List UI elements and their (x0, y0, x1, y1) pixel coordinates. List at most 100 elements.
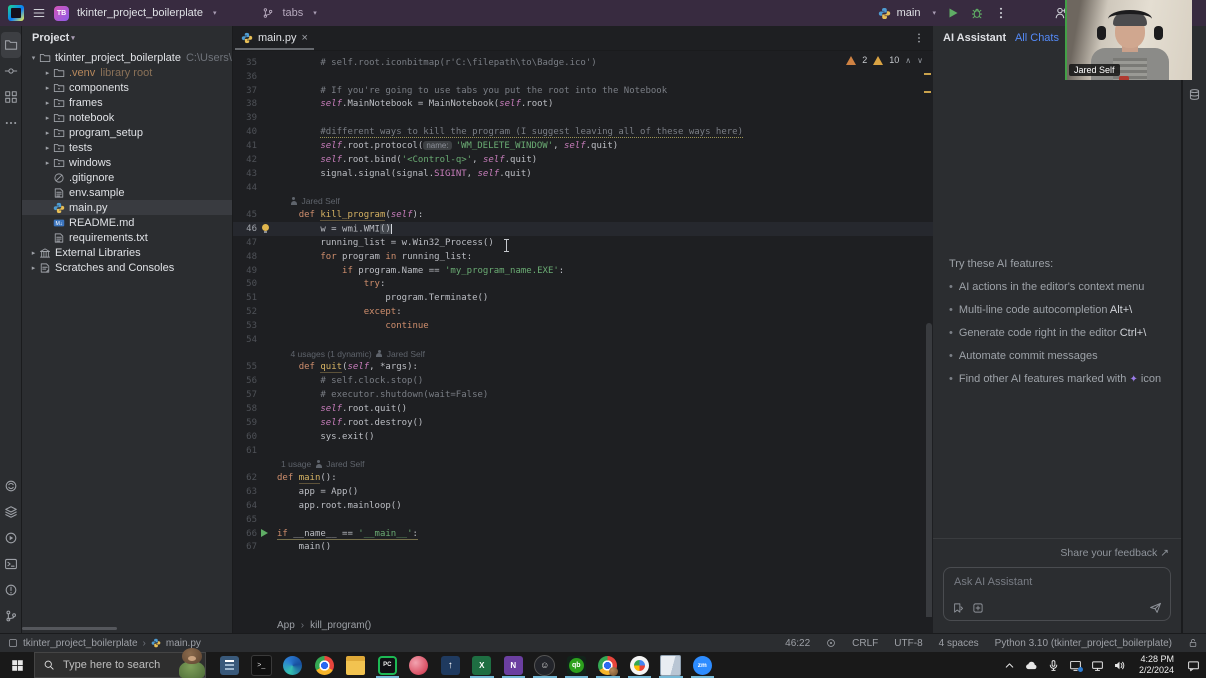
taskbar-app-excel[interactable]: X (466, 652, 498, 678)
code-line[interactable]: 66 if __name__ == '__main__': (233, 527, 933, 541)
author-annotation[interactable]: 4 usages (1 dynamic) Jared Self (233, 347, 933, 361)
tree-chevron-icon[interactable]: ▸ (42, 99, 53, 107)
taskbar-search[interactable]: Type here to search (34, 648, 206, 678)
main-menu-icon[interactable] (32, 6, 46, 20)
python-packages-toolwindow-button[interactable] (1, 473, 21, 499)
code-line[interactable]: 35 # self.root.iconbitmap(r'C:\filepath\… (233, 56, 933, 70)
microphone-icon[interactable] (1047, 659, 1060, 672)
tree-item-windows[interactable]: ▸ windows (22, 155, 232, 170)
breadcrumb-class[interactable]: App (277, 620, 295, 631)
taskbar-app-pycharm[interactable] (372, 652, 404, 678)
code-line[interactable]: 67 main() (233, 541, 933, 555)
taskbar-app-onenote[interactable]: N (498, 652, 530, 678)
shield-icon[interactable] (826, 638, 836, 648)
next-problem-icon[interactable]: ∨ (917, 56, 923, 65)
code-line[interactable]: 47 running_list = w.Win32_Process() (233, 236, 933, 250)
ai-prompt-input[interactable]: Ask AI Assistant (943, 567, 1171, 621)
code-line[interactable]: 65 (233, 513, 933, 527)
clock[interactable]: 4:28 PM 2/2/2024 (1139, 654, 1174, 677)
taskbar-app-paint[interactable] (403, 652, 435, 678)
problems-toolwindow-button[interactable] (1, 577, 21, 603)
tree-chevron-icon[interactable]: ▸ (42, 159, 53, 167)
prev-problem-icon[interactable]: ∧ (905, 56, 911, 65)
code-line[interactable]: 41 self.root.protocol(name: 'WM_DELETE_WI… (233, 139, 933, 153)
tree-chevron-icon[interactable]: ▸ (28, 249, 39, 257)
cloud-icon[interactable] (1025, 659, 1038, 672)
code-line[interactable]: 62 def main(): (233, 471, 933, 485)
taskbar-app-explorer[interactable] (340, 652, 372, 678)
indent-style[interactable]: 4 spaces (939, 638, 979, 649)
tree-item--venv[interactable]: ▸ .venv library root (22, 65, 232, 80)
code-line[interactable]: 45 def kill_program(self): (233, 208, 933, 222)
python-interpreter[interactable]: Python 3.10 (tkinter_project_boilerplate… (995, 638, 1172, 649)
taskbar-app-calculator[interactable] (214, 652, 246, 678)
usages-hint[interactable]: 4 usages (1 dynamic) (290, 349, 371, 359)
code-line[interactable]: 40 #different ways to kill the program (… (233, 125, 933, 139)
vertical-scrollbar[interactable] (926, 323, 932, 617)
start-button[interactable] (0, 652, 34, 678)
tree-item-main-py[interactable]: main.py (22, 200, 232, 215)
taskbar-app-edge[interactable] (277, 652, 309, 678)
more-actions-icon[interactable] (994, 6, 1008, 20)
tree-chevron-icon[interactable]: ▸ (42, 144, 53, 152)
context-icon[interactable] (952, 602, 964, 614)
caret-position[interactable]: 46:22 (785, 638, 810, 649)
tab-main-py[interactable]: main.py × (233, 26, 316, 50)
tree-chevron-icon[interactable]: ▸ (28, 264, 39, 272)
code-line[interactable]: 61 (233, 444, 933, 458)
project-toolwindow-button[interactable] (0, 32, 21, 58)
project-selector[interactable]: tkinter_project_boilerplate (77, 7, 203, 19)
tree-item-env-sample[interactable]: env.sample (22, 185, 232, 200)
code-line[interactable]: 43 signal.signal(signal.SIGINT, self.qui… (233, 167, 933, 181)
tree-chevron-icon[interactable]: ▸ (42, 84, 53, 92)
taskbar-app-face[interactable]: ☺ (529, 652, 561, 678)
commands-icon[interactable] (972, 602, 984, 614)
run-button[interactable] (946, 6, 960, 20)
run-config-selector[interactable]: main (897, 7, 921, 19)
code-line[interactable]: 42 self.root.bind('<Control-q>', self.qu… (233, 153, 933, 167)
version-control-toolwindow-button[interactable] (1, 603, 21, 629)
line-separator[interactable]: CRLF (852, 638, 878, 649)
inspections-widget[interactable]: 2 10 ∧ ∨ (846, 55, 923, 65)
code-line[interactable]: 54 (233, 333, 933, 347)
tree-chevron-icon[interactable]: ▸ (42, 114, 53, 122)
debug-button[interactable] (970, 6, 984, 20)
code-line[interactable]: 60 sys.exit() (233, 430, 933, 444)
project-badge[interactable]: TB (54, 5, 69, 21)
horizontal-scrollbar[interactable] (22, 627, 117, 630)
usages-hint[interactable]: 1 usage (281, 459, 311, 469)
terminal-toolwindow-button[interactable] (1, 551, 21, 577)
tree-item-program-setup[interactable]: ▸ program_setup (22, 125, 232, 140)
taskbar-app-quickbooks[interactable] (561, 652, 593, 678)
code-line[interactable]: 50 try: (233, 278, 933, 292)
code-line[interactable]: 37 # If you're going to use tabs you put… (233, 84, 933, 98)
commit-toolwindow-button[interactable] (1, 58, 21, 84)
taskbar-app-chrome2[interactable] (592, 652, 624, 678)
speaker-icon[interactable] (1113, 659, 1126, 672)
send-icon[interactable] (1149, 601, 1162, 614)
code-line[interactable]: 51 program.Terminate() (233, 291, 933, 305)
services-toolwindow-button[interactable] (1, 499, 21, 525)
author-annotation[interactable]: 1 usage Jared Self (233, 457, 933, 471)
tree-chevron-icon[interactable]: ▾ (28, 54, 39, 62)
more-toolwindow-button[interactable] (1, 110, 21, 136)
tree-item--gitignore[interactable]: .gitignore (22, 170, 232, 185)
taskbar-app-chrome[interactable] (309, 652, 341, 678)
code-line[interactable]: 64 app.root.mainloop() (233, 499, 933, 513)
tree-item-scratches-and-consoles[interactable]: ▸ Scratches and Consoles (22, 260, 232, 275)
error-stripe-mark[interactable] (924, 91, 931, 93)
structure-toolwindow-button[interactable] (1, 84, 21, 110)
taskbar-app-google[interactable] (624, 652, 656, 678)
code-line[interactable]: 57 # executor.shutdown(wait=False) (233, 388, 933, 402)
tree-item-components[interactable]: ▸ components (22, 80, 232, 95)
file-encoding[interactable]: UTF-8 (894, 638, 922, 649)
taskbar-app-terminal[interactable]: >_ (246, 652, 278, 678)
code-line[interactable]: 53 continue (233, 319, 933, 333)
run-gutter-icon[interactable] (261, 528, 268, 537)
tree-item-tkinter-project-boilerplate[interactable]: ▾tkinter_project_boilerplateC:\Users\Jar… (22, 50, 232, 65)
feedback-link[interactable]: Share your feedback ↗ (943, 547, 1171, 559)
breadcrumb-method[interactable]: kill_program() (310, 620, 371, 631)
branch-selector[interactable]: tabs (282, 7, 303, 19)
taskbar-app-zoom[interactable]: zm (687, 652, 719, 678)
statusbar-project[interactable]: tkinter_project_boilerplate (23, 638, 138, 649)
